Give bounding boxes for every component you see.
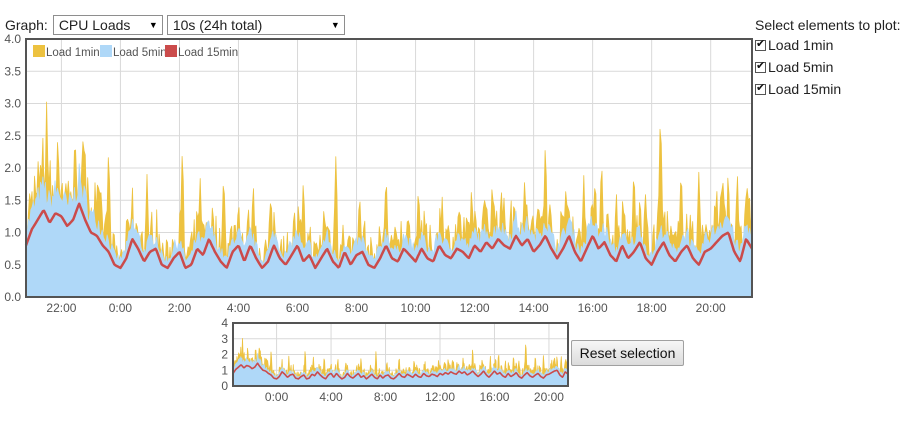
charts-svg: 0.0 0.5 1.0 1.5 2.0 2.5 3.0 3.5 4.0 22:00 0:00 2:0… bbox=[4, 32, 754, 404]
y-tick-label: 1.0 bbox=[4, 226, 21, 240]
legend-swatch-load15 bbox=[165, 45, 177, 57]
reset-selection-button[interactable]: Reset selection bbox=[571, 340, 684, 366]
y-tick-label: 3.5 bbox=[4, 64, 21, 78]
y-tick-label: 0 bbox=[221, 379, 228, 393]
x-tick-label: 12:00 bbox=[460, 301, 490, 315]
x-tick-label: 4:00 bbox=[227, 301, 251, 315]
x-tick-label: 6:00 bbox=[286, 301, 310, 315]
x-tick-label: 4:00 bbox=[319, 390, 343, 404]
overview-chart[interactable]: 0 12 3 4 0:00 4:00 8:00 12:00 16:00 20:00 bbox=[221, 316, 569, 404]
main-y-axis: 0.0 0.5 1.0 1.5 2.0 2.5 3.0 3.5 4.0 bbox=[4, 32, 21, 304]
x-tick-label: 22:00 bbox=[46, 301, 76, 315]
y-tick-label: 3 bbox=[221, 332, 228, 346]
x-tick-label: 10:00 bbox=[401, 301, 431, 315]
x-tick-label: 0:00 bbox=[109, 301, 133, 315]
x-tick-label: 0:00 bbox=[265, 390, 289, 404]
y-tick-label: 3.0 bbox=[4, 97, 21, 111]
y-tick-label: 0.0 bbox=[4, 290, 21, 304]
y-tick-label: 2.0 bbox=[4, 161, 21, 175]
x-tick-label: 2:00 bbox=[168, 301, 192, 315]
legend-swatch-load1 bbox=[33, 45, 45, 57]
overview-x-axis: 0:00 4:00 8:00 12:00 16:00 20:00 bbox=[265, 390, 564, 404]
legend-label-load15: Load 15min bbox=[178, 47, 238, 59]
x-tick-label: 12:00 bbox=[425, 390, 455, 404]
overview-y-axis: 0 12 3 4 bbox=[221, 316, 228, 393]
x-tick-label: 20:00 bbox=[696, 301, 726, 315]
x-tick-label: 18:00 bbox=[637, 301, 667, 315]
main-load-chart[interactable]: 0.0 0.5 1.0 1.5 2.0 2.5 3.0 3.5 4.0 22:00 0:00 2:0… bbox=[4, 32, 754, 315]
overview-plot-area bbox=[232, 338, 569, 387]
x-tick-label: 16:00 bbox=[578, 301, 608, 315]
y-tick-label: 4 bbox=[221, 316, 228, 330]
x-tick-label: 14:00 bbox=[519, 301, 549, 315]
legend-label-load1: Load 1min bbox=[46, 47, 100, 59]
x-tick-label: 8:00 bbox=[345, 301, 369, 315]
y-tick-label: 2.5 bbox=[4, 129, 21, 143]
y-tick-label: 2 bbox=[221, 348, 228, 362]
x-tick-label: 16:00 bbox=[479, 390, 509, 404]
series-load5 bbox=[25, 163, 753, 298]
y-tick-label: 1.5 bbox=[4, 193, 21, 207]
legend-label-load5: Load 5min bbox=[113, 47, 167, 59]
legend-swatch-load5 bbox=[100, 45, 112, 57]
y-tick-label: 1 bbox=[221, 363, 228, 377]
main-plot-area bbox=[24, 101, 754, 298]
x-tick-label: 20:00 bbox=[534, 390, 564, 404]
main-legend: Load 1min Load 5min Load 15min bbox=[33, 45, 238, 59]
y-tick-label: 0.5 bbox=[4, 258, 21, 272]
y-tick-label: 4.0 bbox=[4, 32, 21, 46]
x-tick-label: 8:00 bbox=[374, 390, 398, 404]
main-x-axis: 22:00 0:00 2:00 4:00 6:00 8:00 10:00 12:00 14:00… bbox=[46, 301, 726, 315]
